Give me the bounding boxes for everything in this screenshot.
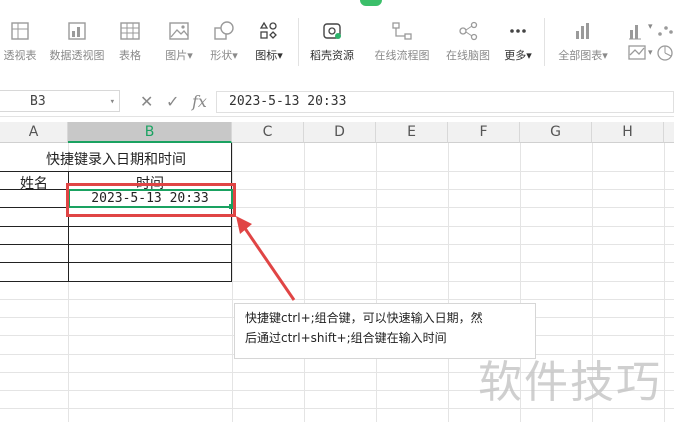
picture-icon	[169, 22, 189, 40]
formula-bar: B3 ▾ ✕ ✓ fx 2023-5-13 20:33	[0, 88, 674, 117]
mindmap-icon	[459, 21, 478, 41]
pie-chart-icon	[657, 45, 673, 61]
table-rule	[0, 226, 232, 227]
line-chart-dropdown[interactable]: ▾	[618, 40, 658, 64]
picture-label: 图片▾	[165, 49, 193, 62]
toolbar-divider	[544, 18, 545, 66]
column-header-e[interactable]: E	[376, 122, 448, 143]
column-header-d[interactable]: D	[304, 122, 376, 143]
line-chart-icon	[628, 45, 646, 60]
online-flowchart-label: 在线流程图	[374, 49, 430, 62]
column-header-h[interactable]: H	[592, 122, 664, 143]
header-name-cell[interactable]: 姓名	[0, 173, 68, 193]
more-button[interactable]: 更多▾	[500, 14, 536, 66]
table-button[interactable]: 表格	[112, 14, 148, 66]
ribbon-toolbar: 透视表 数据透视图 表格 图片▾ 形状▾ 图标▾ 稻壳资源 在线流程图 在线脑图…	[0, 0, 674, 78]
table-rule	[0, 244, 232, 245]
table-rule	[0, 262, 232, 263]
chevron-down-icon: ▾	[648, 22, 653, 32]
table-icon	[120, 22, 140, 40]
column-header-f[interactable]: F	[448, 122, 520, 143]
shape-label: 形状▾	[210, 49, 238, 62]
column-chart-icon	[629, 25, 641, 40]
pivot-chart-button[interactable]: 数据透视图	[44, 14, 110, 66]
cell-reference: B3	[30, 94, 46, 109]
pie-chart-button[interactable]	[656, 40, 674, 64]
table-title-cell[interactable]: 快捷键录入日期和时间	[0, 149, 232, 169]
pivot-chart-icon	[68, 22, 86, 40]
docer-resources-icon	[323, 23, 341, 39]
shape-button[interactable]: 形状▾	[204, 14, 244, 66]
column-header-b[interactable]: B	[68, 122, 232, 143]
docer-resources-label: 稻壳资源	[310, 49, 354, 62]
column-header-g[interactable]: G	[520, 122, 592, 143]
confirm-check-icon[interactable]: ✓	[166, 92, 179, 112]
pivot-table-button[interactable]: 透视表	[0, 14, 40, 66]
scatter-chart-icon	[658, 26, 673, 36]
picture-button[interactable]: 图片▾	[158, 14, 200, 66]
tip-line-1: 快捷键ctrl+;组合键，可以快速输入日期，然	[245, 311, 483, 325]
cancel-icon[interactable]: ✕	[140, 92, 153, 112]
arrow-icon	[236, 216, 296, 301]
online-mindmap-button[interactable]: 在线脑图	[440, 14, 496, 66]
icon-button[interactable]: 图标▾	[248, 14, 290, 66]
table-label: 表格	[119, 49, 141, 62]
chevron-down-icon[interactable]: ▾	[110, 91, 115, 113]
pivot-chart-label: 数据透视图	[49, 49, 105, 62]
toolbar-divider	[298, 18, 299, 66]
formula-input[interactable]: 2023-5-13 20:33	[216, 91, 674, 113]
insert-function-icon[interactable]: fx	[192, 92, 207, 112]
name-box[interactable]: B3 ▾	[0, 90, 120, 112]
pivot-table-label: 透视表	[3, 49, 37, 62]
highlight-box	[66, 183, 236, 217]
watermark: 软件技巧	[478, 357, 662, 408]
tip-line-2: 后通过ctrl+shift+;组合键在输入时间	[245, 331, 447, 345]
docer-resources-button[interactable]: 稻壳资源	[304, 14, 360, 66]
all-charts-label: 全部图表▾	[558, 49, 608, 62]
bar-chart-icon	[576, 23, 589, 39]
pivot-table-icon	[11, 22, 29, 40]
icon-label: 图标▾	[255, 49, 283, 62]
active-tab-indicator	[360, 0, 382, 6]
table-rule	[0, 171, 232, 172]
online-flowchart-button[interactable]: 在线流程图	[368, 14, 436, 66]
scatter-chart-button[interactable]	[656, 14, 674, 38]
flowchart-icon	[392, 22, 412, 40]
column-header-c[interactable]: C	[232, 122, 304, 143]
column-chart-dropdown[interactable]: ▾	[618, 14, 658, 40]
shape-icon	[214, 21, 234, 40]
all-charts-button[interactable]: 全部图表▾	[552, 14, 614, 66]
chevron-down-icon: ▾	[648, 48, 653, 58]
more-label: 更多▾	[504, 49, 532, 62]
column-header-partial	[664, 122, 674, 143]
online-mindmap-label: 在线脑图	[446, 49, 490, 62]
column-header-a[interactable]: A	[0, 122, 68, 143]
icons-library-icon	[259, 21, 277, 39]
more-dots-icon	[510, 29, 526, 33]
